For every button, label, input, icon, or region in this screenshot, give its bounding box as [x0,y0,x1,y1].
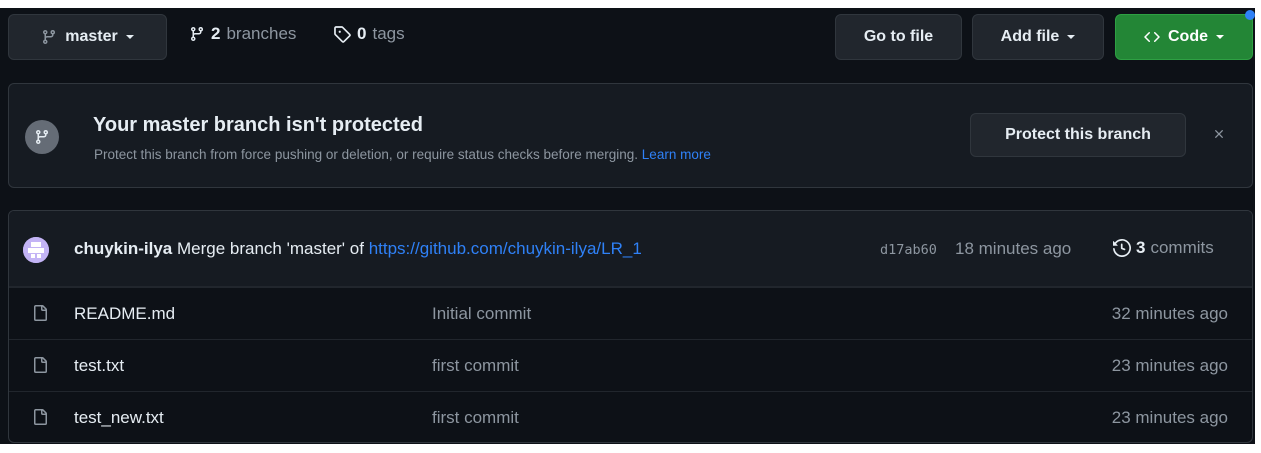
go-to-file-label: Go to file [863,28,934,45]
commits-count: 3 [1136,238,1146,257]
notification-dot [1245,10,1255,20]
git-branch-icon [41,29,57,45]
file-commit-age: 23 minutes ago [1111,356,1228,375]
chevron-down-icon [125,35,134,39]
file-list: chuykin-ilya Merge branch 'master' of ht… [8,210,1253,443]
commits-label: commits [1150,238,1214,257]
file-commit-message[interactable]: first commit [432,408,519,428]
latest-commit-row: chuykin-ilya Merge branch 'master' of ht… [9,211,1252,287]
branches-link[interactable]: 2 branches [189,24,296,44]
avatar[interactable] [23,237,49,263]
go-to-file-button[interactable]: Go to file [835,14,962,60]
git-branch-icon [189,26,205,42]
commit-age[interactable]: 18 minutes ago [955,239,1071,259]
protect-branch-button[interactable]: Protect this branch [970,113,1186,157]
commit-link[interactable]: https://github.com/chuykin-ilya/LR_1 [369,239,642,258]
tags-label: tags [372,24,405,43]
file-commit-age: 23 minutes ago [1111,408,1228,427]
history-icon [1113,239,1131,257]
commit-author[interactable]: chuykin-ilya [74,239,172,258]
table-row[interactable]: test.txt first commit 23 minutes ago [9,339,1252,391]
chevron-down-icon [1067,35,1076,39]
file-name[interactable]: test.txt [74,356,124,376]
banner-description-text: Protect this branch from force pushing o… [94,147,639,162]
add-file-button[interactable]: Add file [972,14,1104,60]
file-icon [32,408,48,431]
file-commit-message[interactable]: Initial commit [432,304,531,324]
file-icon [32,304,48,327]
commit-message: chuykin-ilya Merge branch 'master' of ht… [74,239,642,259]
git-branch-icon [25,120,59,154]
branches-label: branches [226,24,297,43]
add-file-label: Add file [1000,28,1060,45]
file-name[interactable]: test_new.txt [74,408,164,428]
tags-link[interactable]: 0 tags [333,24,405,44]
table-row[interactable]: README.md Initial commit 32 minutes ago [9,287,1252,339]
banner-description: Protect this branch from force pushing o… [94,147,711,162]
branch-select-button[interactable]: master [8,14,167,60]
branch-name: master [65,28,118,45]
code-button[interactable]: Code [1115,14,1253,60]
table-row[interactable]: test_new.txt first commit 23 minutes ago [9,391,1252,442]
banner-title: Your master branch isn't protected [93,114,424,136]
chevron-down-icon [1216,35,1224,39]
tags-count: 0 [357,24,367,43]
protect-branch-label: Protect this branch [1005,126,1151,143]
file-commit-age: 32 minutes ago [1111,304,1228,323]
branch-protection-banner: Your master branch isn't protected Prote… [8,83,1253,188]
right-edge [1255,0,1261,453]
commit-message-text[interactable]: Merge branch 'master' of [177,239,364,258]
code-label: Code [1168,28,1208,45]
file-commit-message[interactable]: first commit [432,356,519,376]
code-icon [1144,29,1160,45]
learn-more-link[interactable]: Learn more [642,147,711,162]
bottom-edge [0,444,1261,453]
commit-sha[interactable]: d17ab60 [880,242,937,258]
tag-icon [333,25,351,43]
file-name[interactable]: README.md [74,304,175,324]
close-icon[interactable] [1209,124,1229,144]
file-icon [32,356,48,379]
branches-count: 2 [211,24,221,43]
top-edge [0,0,1261,8]
commits-link[interactable]: 3 commits [1113,238,1214,258]
